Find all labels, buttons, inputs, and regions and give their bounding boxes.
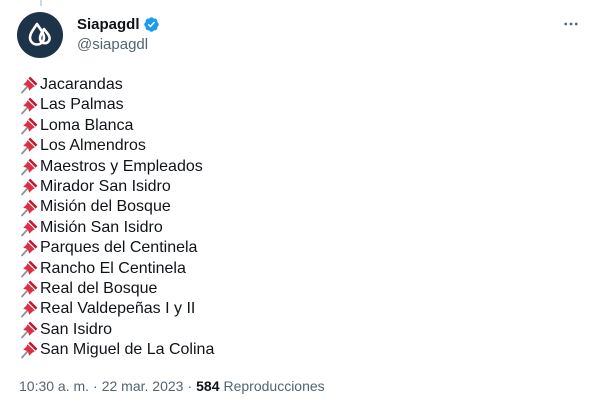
author-name-row[interactable]: Siapagdl <box>77 14 160 34</box>
more-horizontal-icon <box>564 22 578 26</box>
views-label[interactable]: Reproducciones <box>223 378 324 394</box>
pushpin-icon <box>19 157 39 177</box>
avatar[interactable] <box>17 12 63 58</box>
list-item-text: Jacarandas <box>40 76 123 93</box>
list-item-text: Misión del Bosque <box>40 198 171 216</box>
list-item: Mirador San Isidro <box>19 177 214 197</box>
pushpin-icon <box>19 279 39 299</box>
pushpin-icon <box>19 218 39 238</box>
list-item: Parques del Centinela <box>19 238 214 258</box>
pushpin-icon <box>19 75 39 95</box>
list-item-text: Las Palmas <box>40 96 124 114</box>
list-item-text: Rancho El Centinela <box>40 259 186 277</box>
pushpin-icon <box>19 96 39 116</box>
list-item-text: Misión San Isidro <box>40 218 163 236</box>
list-item: Loma Blanca <box>19 116 214 136</box>
list-item-text: Real Valdepeñas I y II <box>40 300 196 318</box>
pushpin-icon <box>19 116 39 136</box>
views-count[interactable]: 584 <box>196 378 219 394</box>
water-drops-logo-icon <box>28 22 51 46</box>
list-item: Misión del Bosque <box>19 197 214 217</box>
list-item: Real del Bosque <box>19 279 214 299</box>
list-item: Jacarandas <box>19 75 214 95</box>
list-item: Misión San Isidro <box>19 218 214 238</box>
author-display-name[interactable]: Siapagdl <box>77 16 140 33</box>
tweet-metadata: 10:30 a. m. · 22 mar. 2023 · 584 Reprodu… <box>19 378 325 394</box>
list-item-text: Loma Blanca <box>40 116 134 134</box>
list-item: Los Almendros <box>19 136 214 156</box>
list-item-text: Mirador San Isidro <box>40 177 171 195</box>
tweet-time[interactable]: 10:30 a. m. <box>19 378 89 394</box>
list-item: Real Valdepeñas I y II <box>19 299 214 319</box>
list-item-text: Real del Bosque <box>40 279 158 297</box>
separator-dot: · <box>187 378 193 394</box>
tweet-text: Jacarandas Las Palmas Loma Blanca Los Almen… <box>19 75 214 360</box>
verified-badge-icon[interactable] <box>143 16 160 33</box>
list-item: San Isidro <box>19 320 214 340</box>
list-item: Las Palmas <box>19 95 214 115</box>
pushpin-icon <box>19 259 39 279</box>
list-item-text: San Miguel de La Colina <box>40 341 215 359</box>
list-item: Maestros y Empleados <box>19 157 214 177</box>
list-item: San Miguel de La Colina <box>19 340 214 360</box>
pushpin-icon <box>19 136 39 156</box>
pushpin-icon <box>19 238 39 258</box>
author-handle[interactable]: @siapagdl <box>77 36 148 53</box>
pushpin-icon <box>19 177 39 197</box>
list-item: Rancho El Centinela <box>19 259 214 279</box>
pushpin-icon <box>19 320 39 340</box>
more-options-button[interactable] <box>561 14 581 34</box>
pushpin-icon <box>19 299 39 319</box>
pushpin-icon <box>19 198 39 218</box>
list-item-text: San Isidro <box>40 320 113 338</box>
separator-dot: · <box>93 378 98 394</box>
list-item-text: Parques del Centinela <box>40 239 198 257</box>
pushpin-icon <box>19 340 39 360</box>
tweet-date[interactable]: 22 mar. 2023 <box>102 378 184 394</box>
list-item-text: Los Almendros <box>40 137 146 155</box>
list-item-text: Maestros y Empleados <box>40 157 203 175</box>
thread-connector-line <box>40 0 42 6</box>
